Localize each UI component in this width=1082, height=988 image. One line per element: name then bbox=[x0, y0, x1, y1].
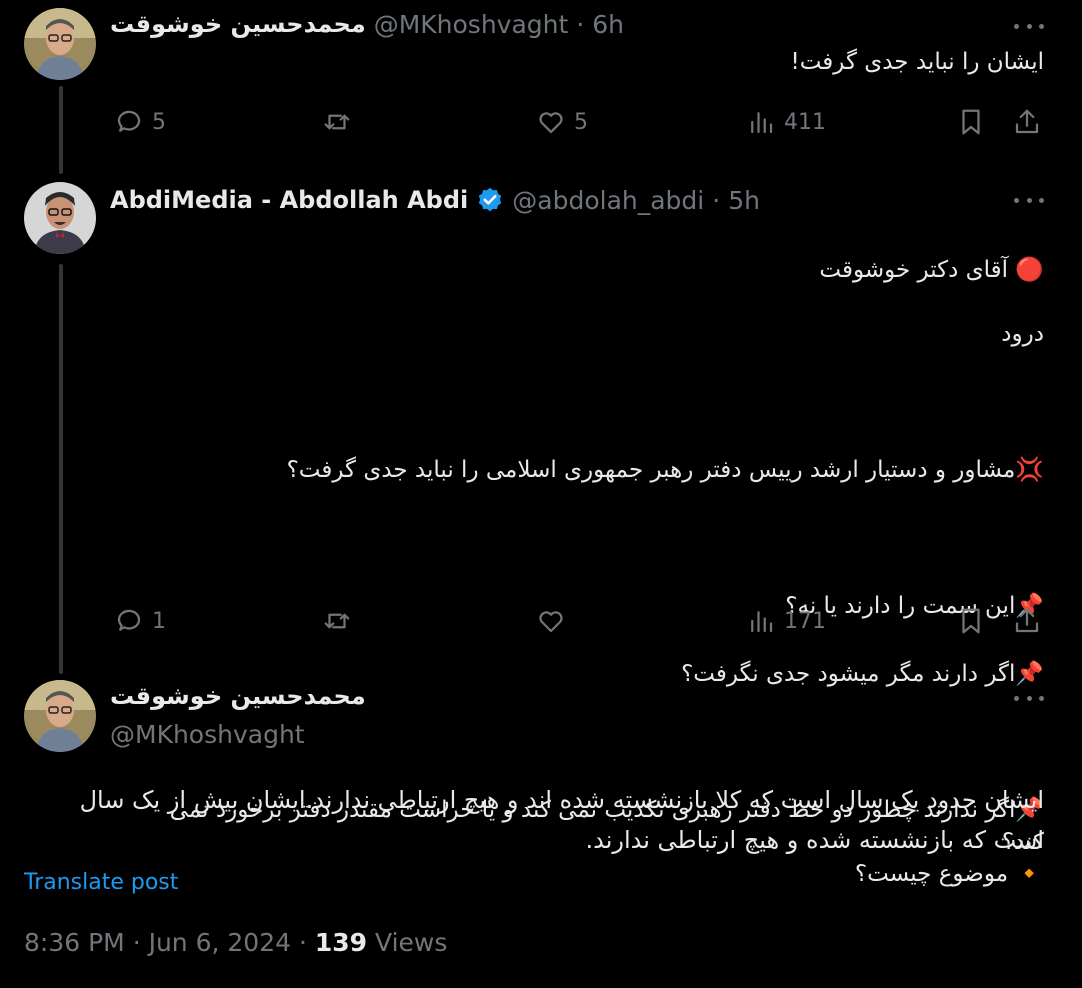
tweet-text: ایشان حدود یک سال است که کلا بازنشسته شد… bbox=[79, 786, 1044, 854]
views-button[interactable]: 411 bbox=[746, 102, 826, 142]
views-icon bbox=[751, 112, 773, 134]
text-line: درود bbox=[1001, 321, 1044, 347]
display-name[interactable]: محمدحسین خوشوقت bbox=[110, 10, 366, 38]
bookmark-icon bbox=[962, 109, 980, 135]
heart-icon bbox=[539, 611, 563, 633]
tweet-text: ایشان را نباید جدی گرفت! bbox=[790, 49, 1044, 75]
separator: · bbox=[298, 928, 307, 957]
text-line: 💢مشاور و دستیار ارشد رییس دفتر رهبر جمهو… bbox=[286, 457, 1044, 483]
separator: · bbox=[712, 185, 721, 215]
view-count: 411 bbox=[784, 109, 826, 135]
thread-line bbox=[59, 86, 63, 174]
avatar[interactable] bbox=[24, 680, 96, 752]
reply-button[interactable]: 1 bbox=[114, 601, 166, 641]
thread-line bbox=[59, 264, 63, 674]
views-count: 139 bbox=[314, 928, 368, 957]
separator: · bbox=[576, 9, 585, 39]
share-button[interactable] bbox=[1012, 102, 1042, 142]
more-options-icon[interactable] bbox=[1014, 688, 1044, 708]
like-button[interactable] bbox=[536, 601, 574, 641]
post-metadata: 8:36 PM · Jun 6, 2024 · 139 Views bbox=[24, 928, 447, 957]
avatar[interactable] bbox=[24, 182, 96, 254]
separator: · bbox=[132, 928, 141, 957]
user-handle[interactable]: @MKhoshvaght bbox=[110, 720, 305, 749]
reply-count: 1 bbox=[152, 608, 166, 634]
user-handle[interactable]: @abdolah_abdi bbox=[512, 186, 704, 215]
views-icon bbox=[751, 611, 773, 633]
reply-button[interactable]: 5 bbox=[114, 102, 166, 142]
tweet-header: محمدحسین خوشوقت @MKhoshvaght · 6h bbox=[110, 4, 624, 44]
bookmark-button[interactable] bbox=[956, 601, 986, 641]
display-name[interactable]: AbdiMedia - Abdollah Abdi bbox=[110, 186, 468, 214]
like-count: 5 bbox=[574, 109, 588, 135]
more-options-icon[interactable] bbox=[1014, 16, 1044, 36]
retweet-button[interactable] bbox=[322, 102, 360, 142]
text-line bbox=[164, 382, 1044, 414]
more-options-icon[interactable] bbox=[1014, 190, 1044, 210]
avatar[interactable] bbox=[24, 8, 96, 80]
views-button[interactable]: 171 bbox=[746, 601, 826, 641]
reply-icon bbox=[117, 110, 141, 132]
text-line: 🔴 آقای دکتر خوشوقت bbox=[819, 257, 1044, 283]
display-name[interactable]: محمدحسین خوشوقت bbox=[110, 682, 366, 710]
view-count: 171 bbox=[784, 608, 826, 634]
tweet-header: محمدحسین خوشوقت bbox=[110, 676, 366, 716]
retweet-button[interactable] bbox=[322, 601, 360, 641]
action-bar: 1 171 bbox=[110, 601, 1044, 641]
text-line: 🔸 موضوع چیست؟ bbox=[854, 861, 1044, 887]
text-line bbox=[164, 518, 1044, 550]
post-date[interactable]: Jun 6, 2024 bbox=[149, 928, 291, 957]
reply-icon bbox=[117, 609, 141, 631]
timestamp[interactable]: 6h bbox=[592, 10, 624, 39]
bookmark-icon bbox=[962, 608, 980, 634]
handle-row: @MKhoshvaght bbox=[110, 714, 305, 754]
user-handle[interactable]: @MKhoshvaght bbox=[374, 10, 569, 39]
post-time[interactable]: 8:36 PM bbox=[24, 928, 125, 957]
share-button[interactable] bbox=[1012, 601, 1042, 641]
verified-badge-icon bbox=[479, 187, 502, 212]
timestamp[interactable]: 5h bbox=[728, 186, 760, 215]
retweet-icon bbox=[324, 114, 350, 130]
translate-post-link[interactable]: Translate post bbox=[24, 870, 178, 895]
share-icon bbox=[1015, 109, 1039, 134]
heart-icon bbox=[539, 112, 563, 134]
views-label: Views bbox=[375, 928, 448, 957]
reply-count: 5 bbox=[152, 109, 166, 135]
action-bar: 5 5 411 bbox=[110, 102, 1044, 142]
share-icon bbox=[1015, 608, 1039, 633]
like-button[interactable]: 5 bbox=[536, 102, 588, 142]
retweet-icon bbox=[324, 613, 350, 629]
tweet-header: AbdiMedia - Abdollah Abdi @abdolah_abdi … bbox=[110, 180, 760, 220]
bookmark-button[interactable] bbox=[956, 102, 986, 142]
